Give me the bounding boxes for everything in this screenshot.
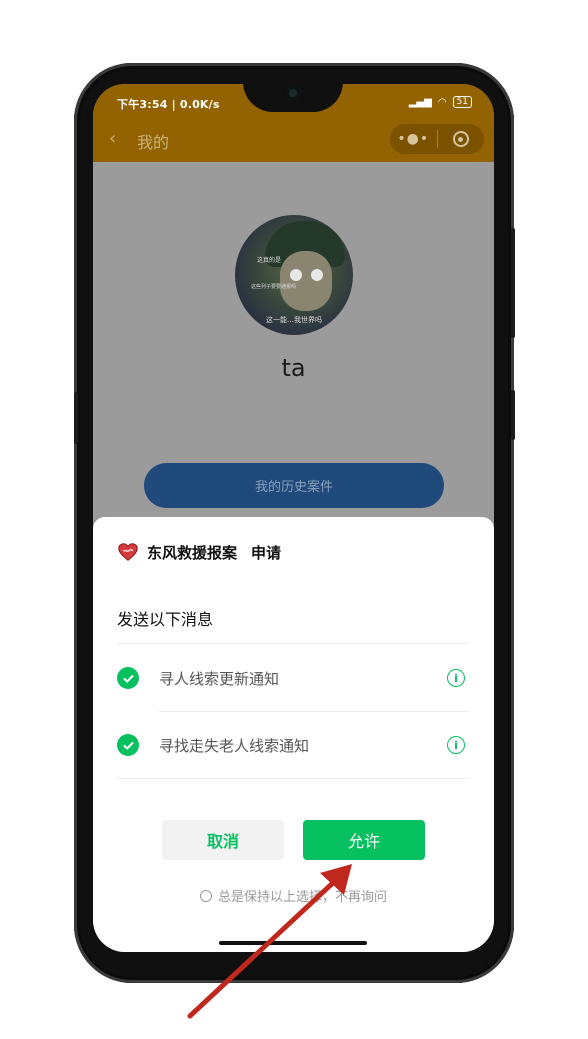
more-dots-icon[interactable]: •●• bbox=[390, 131, 437, 147]
avatar-text-2: 这些列子要要通报吗 bbox=[251, 284, 297, 290]
info-icon[interactable]: i bbox=[447, 736, 465, 754]
always-keep-option[interactable]: 总是保持以上选择，不再询问 bbox=[93, 886, 494, 905]
subscribe-permission-sheet: 东风救援报案 申请 发送以下消息 寻人线索更新通知 i 寻找走失老人线索通知 i… bbox=[93, 517, 494, 952]
divider bbox=[117, 778, 469, 779]
check-icon[interactable] bbox=[117, 734, 139, 756]
allow-button[interactable]: 允许 bbox=[303, 820, 425, 860]
mini-program-capsule: •●• bbox=[390, 124, 484, 154]
info-icon[interactable]: i bbox=[447, 669, 465, 687]
status-time: 下午3:54 | 0.0K/s bbox=[117, 98, 220, 111]
side-button bbox=[511, 390, 515, 440]
camera-icon bbox=[286, 86, 300, 100]
volume-button bbox=[74, 392, 78, 444]
wifi-icon: ◠ bbox=[437, 96, 447, 108]
avatar-face bbox=[280, 251, 332, 311]
divider bbox=[117, 643, 469, 644]
history-cases-button[interactable]: 我的历史案件 bbox=[144, 463, 444, 508]
username: ta bbox=[281, 354, 306, 382]
avatar: 这真的是 这些列子要要通报吗 这一能…我世界吗 bbox=[235, 215, 353, 335]
avatar-eye bbox=[311, 269, 323, 281]
avatar-caption: 这一能…我世界吗 bbox=[266, 316, 322, 324]
send-messages-title: 发送以下消息 bbox=[117, 610, 214, 629]
heart-logo-icon bbox=[118, 543, 138, 561]
phone-screen: 下午3:54 | 0.0K/s ▂▄▆ ◠ 51 ‹ 我的 •●• 这真的是 这… bbox=[93, 84, 494, 952]
page-title: 我的 bbox=[137, 133, 170, 152]
message-label: 寻找走失老人线索通知 bbox=[159, 736, 310, 755]
request-label: 申请 bbox=[251, 543, 282, 562]
cancel-button[interactable]: 取消 bbox=[162, 820, 284, 860]
check-icon[interactable] bbox=[117, 667, 139, 689]
message-option[interactable]: 寻找走失老人线索通知 i bbox=[117, 728, 465, 762]
home-indicator bbox=[219, 941, 367, 945]
message-label: 寻人线索更新通知 bbox=[159, 669, 280, 688]
signal-icon: ▂▄▆ bbox=[408, 96, 432, 108]
app-header: 东风救援报案 申请 bbox=[117, 541, 281, 563]
battery-icon: 51 bbox=[452, 96, 472, 108]
always-keep-label: 总是保持以上选择，不再询问 bbox=[217, 890, 387, 905]
avatar-text-1: 这真的是 bbox=[257, 257, 282, 264]
back-icon[interactable]: ‹ bbox=[109, 128, 116, 149]
avatar-eye bbox=[290, 269, 302, 281]
title-bar: 下午3:54 | 0.0K/s ▂▄▆ ◠ 51 ‹ 我的 •●• bbox=[93, 84, 494, 162]
divider bbox=[159, 711, 469, 712]
message-option[interactable]: 寻人线索更新通知 i bbox=[117, 661, 465, 695]
target-close-icon[interactable] bbox=[438, 131, 485, 147]
status-icons: ▂▄▆ ◠ 51 bbox=[409, 96, 472, 108]
radio-icon[interactable] bbox=[199, 889, 212, 902]
power-button bbox=[511, 228, 515, 338]
app-name: 东风救援报案 bbox=[147, 543, 238, 562]
